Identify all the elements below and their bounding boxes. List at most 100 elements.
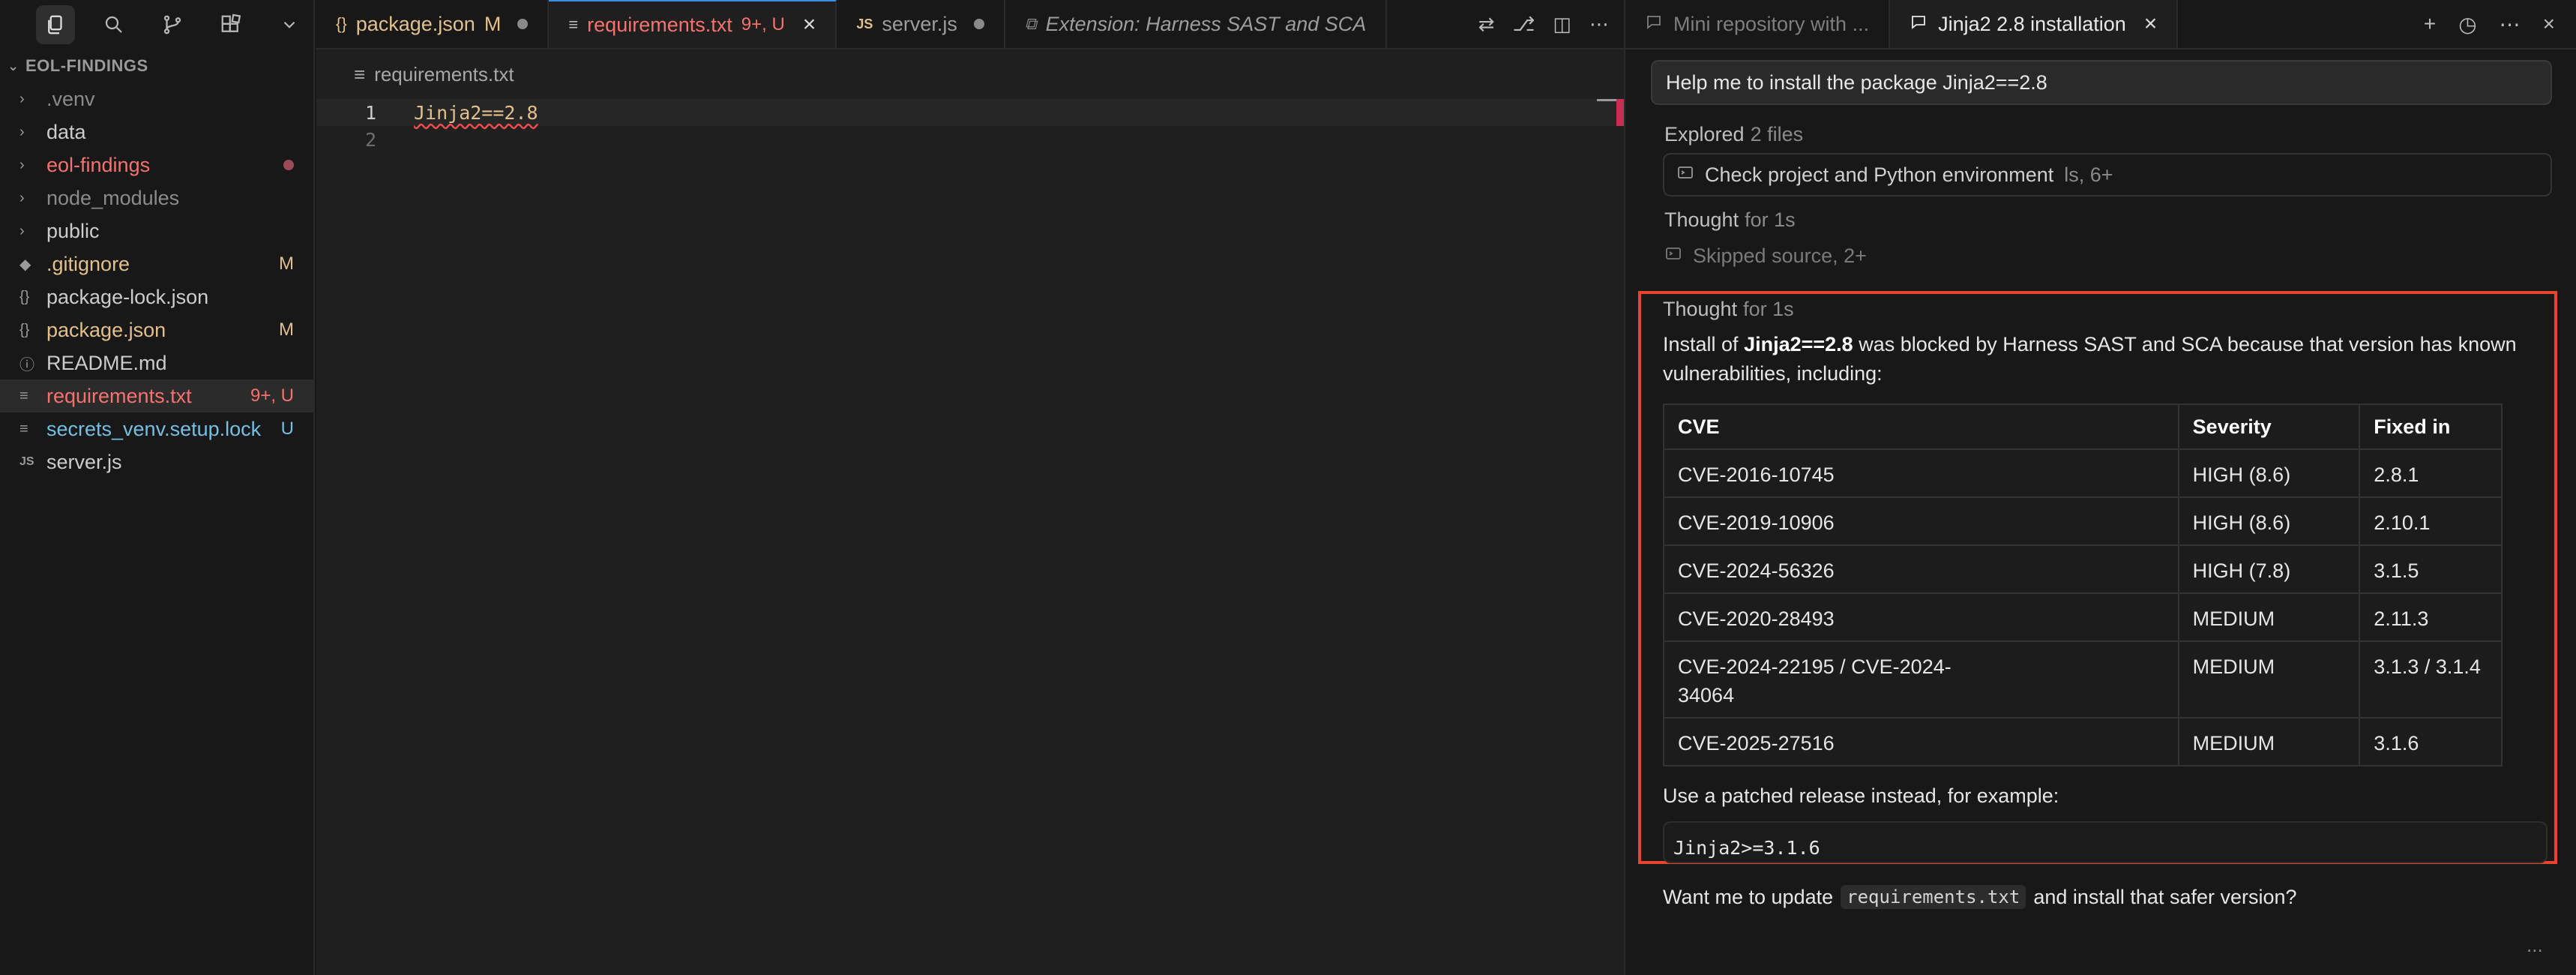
tab-label: server.js [882, 12, 957, 35]
git-status-badge: 9+, U [250, 386, 294, 406]
followup-text-post: and install that safer version? [2033, 885, 2297, 908]
tab-requirements-txt[interactable]: ≡ requirements.txt 9+, U × [549, 0, 837, 48]
tree-item-label: secrets_venv.setup.lock [46, 417, 262, 440]
tree-item-label: server.js [46, 450, 122, 473]
chat-tab-mini-repository[interactable]: Mini repository with ... [1625, 0, 1891, 48]
tab-package-json[interactable]: {} package.json M [316, 0, 550, 48]
text-file-icon: ≡ [568, 15, 579, 34]
source-control-icon[interactable] [153, 5, 192, 44]
tree-item-readme[interactable]: ⓘ README.md [0, 346, 313, 380]
json-braces-icon: {} [19, 288, 30, 305]
code-snippet-text: Jinja2>=3.1.6 [1673, 837, 1820, 859]
editor-actions: ⇄ ⎇ ◫ ⋯ [1463, 0, 1624, 48]
extension-icon: ⧉ [1024, 14, 1037, 33]
step-detail: for 1s [1745, 208, 1796, 231]
skipped-step[interactable]: Skipped source, 2+ [1651, 238, 2552, 273]
section-title: EOL-FINDINGS [25, 56, 148, 75]
fixed-in: 3.1.3 / 3.1.4 [2359, 640, 2503, 718]
severity: HIGH (7.8) [2177, 544, 2361, 594]
tree-item-package-lock[interactable]: {} package-lock.json [0, 280, 313, 314]
table-row: CVE-2016-10745 HIGH (8.6) 2.8.1 [1663, 448, 2503, 498]
thought-step[interactable]: Thought for 1s [1637, 294, 2552, 324]
explored-step[interactable]: Explored 2 files [1651, 116, 2552, 153]
compare-changes-icon[interactable]: ⇄ [1478, 13, 1495, 36]
file-tree: › .venv › data › eol-findings › node_mod… [0, 82, 313, 478]
tab-server-js[interactable]: JS server.js [837, 0, 1005, 48]
code-editor[interactable]: 1 Jinja2==2.8 2 [316, 99, 1624, 153]
intro-package: Jinja2==2.8 [1744, 333, 1853, 356]
chevron-down-icon: ⌄ [7, 58, 19, 74]
search-icon[interactable] [94, 5, 133, 44]
tool-call-label: Check project and Python environment [1705, 163, 2054, 186]
table-row: CVE-2020-28493 MEDIUM 2.11.3 [1663, 592, 2503, 642]
tab-badge: 9+, U [741, 14, 785, 34]
close-icon[interactable]: × [2543, 12, 2555, 36]
code-line[interactable]: 2 [316, 126, 1624, 153]
modified-dot-icon [283, 160, 294, 170]
tab-extension-harness[interactable]: ⧉ Extension: Harness SAST and SCA [1005, 0, 1388, 48]
tree-item-label: public [46, 219, 100, 242]
tree-item-server-js[interactable]: JS server.js [0, 446, 313, 478]
open-changes-icon[interactable]: ⎇ [1512, 13, 1535, 36]
tree-item-eol-findings[interactable]: › eol-findings [0, 148, 313, 182]
tree-item-label: requirements.txt [46, 384, 192, 407]
more-actions-icon[interactable]: ⋯ [2500, 12, 2521, 37]
files-icon[interactable] [36, 5, 75, 44]
code-snippet[interactable]: Jinja2>=3.1.6 [1663, 821, 2548, 863]
chat-transcript: Help me to install the package Jinja2==2… [1625, 50, 2576, 273]
tree-item-data[interactable]: › data [0, 116, 313, 148]
column-header-severity: Severity [2177, 404, 2361, 450]
tree-item-node-modules[interactable]: › node_modules [0, 182, 313, 214]
chevron-down-icon[interactable] [270, 5, 309, 44]
cve-id: CVE-2024-22195 / CVE-2024-34064 [1663, 640, 2179, 718]
tree-item-label: .gitignore [46, 252, 130, 275]
tree-item-venv[interactable]: › .venv [0, 82, 313, 116]
chevron-right-icon: › [19, 123, 25, 140]
user-message[interactable]: Help me to install the package Jinja2==2… [1651, 60, 2552, 105]
sidebar-toolbar [0, 0, 313, 50]
line-number: 2 [364, 128, 376, 151]
severity: MEDIUM [2177, 592, 2361, 642]
text-file-icon: ≡ [19, 387, 28, 404]
code-line[interactable]: 1 Jinja2==2.8 [316, 99, 1624, 126]
json-braces-icon: {} [336, 14, 347, 33]
chat-tab-jinja2-installation[interactable]: Jinja2 2.8 installation × [1890, 0, 2179, 48]
step-label: Thought [1664, 208, 1739, 231]
cve-id: CVE-2020-28493 [1663, 592, 2179, 642]
plus-icon[interactable]: + [2424, 12, 2436, 36]
split-editor-icon[interactable]: ◫ [1553, 13, 1571, 36]
history-icon[interactable]: ◷ [2458, 12, 2476, 37]
step-label: Explored [1664, 122, 1745, 146]
error-scroll-marker [1616, 99, 1624, 126]
step-label: Thought [1663, 297, 1738, 320]
tree-item-label: .venv [46, 87, 95, 110]
more-actions-icon[interactable]: ⋯ [1589, 13, 1609, 36]
cve-id: CVE-2019-10906 [1663, 496, 2179, 546]
more-options-icon[interactable]: ... [2527, 934, 2543, 957]
answer-intro: Install of Jinja2==2.8 was blocked by Ha… [1637, 330, 2552, 388]
tree-item-label: node_modules [46, 186, 180, 209]
table-row: CVE-2024-22195 / CVE-2024-34064 MEDIUM 3… [1663, 640, 2503, 718]
extensions-icon[interactable] [211, 5, 250, 44]
column-header-cve: CVE [1663, 404, 2179, 450]
thought-step[interactable]: Thought for 1s [1651, 201, 2552, 238]
tree-item-secrets-venv[interactable]: ≡ secrets_venv.setup.lock U [0, 412, 313, 446]
tab-badge: M [484, 12, 502, 35]
chat-actions: + ◷ ⋯ × [2403, 0, 2576, 48]
tree-item-package-json[interactable]: {} package.json M [0, 314, 313, 346]
tree-item-gitignore[interactable]: ◆ .gitignore M [0, 248, 313, 280]
tool-call-card[interactable]: Check project and Python environment ls,… [1663, 153, 2552, 196]
explorer-section-header[interactable]: ⌄ EOL-FINDINGS [0, 50, 313, 82]
close-icon[interactable]: × [803, 12, 816, 38]
breadcrumb[interactable]: ≡ requirements.txt [316, 50, 1624, 99]
close-icon[interactable]: × [2144, 11, 2158, 37]
tree-item-label: eol-findings [46, 153, 151, 176]
table-row: CVE-2019-10906 HIGH (8.6) 2.10.1 [1663, 496, 2503, 546]
tree-item-public[interactable]: › public [0, 214, 313, 248]
git-status-badge: M [279, 254, 294, 274]
chevron-right-icon: › [19, 156, 25, 173]
skipped-label: Skipped source, 2+ [1693, 244, 1867, 267]
text-file-icon: ≡ [19, 420, 28, 437]
tree-item-requirements[interactable]: ≡ requirements.txt 9+, U [0, 380, 313, 412]
tool-call-detail: ls, 6+ [2064, 163, 2113, 186]
